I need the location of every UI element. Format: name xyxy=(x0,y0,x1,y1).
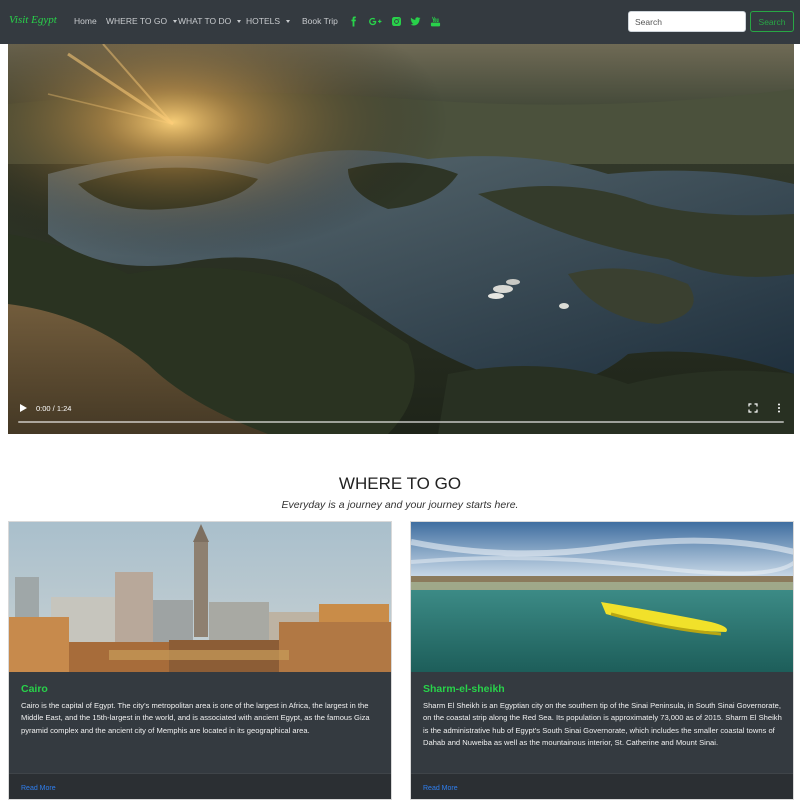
sharm-el-sheikh-image xyxy=(411,522,793,672)
nav-home-label: Home xyxy=(74,16,97,26)
caret-down-icon xyxy=(173,19,178,23)
section-title: WHERE TO GO xyxy=(338,474,462,493)
fullscreen-icon[interactable] xyxy=(748,403,758,413)
search-input[interactable] xyxy=(628,11,746,32)
card-title: Sharm-el-sheikh xyxy=(423,683,505,695)
play-icon[interactable] xyxy=(18,403,28,413)
destination-card-cairo: Cairo Cairo is the capital of Egypt. The… xyxy=(8,521,392,800)
navbar: Visit Egypt Home WHERE TO GO WHAT TO DO … xyxy=(0,0,800,44)
card-footer: Read More xyxy=(411,773,793,799)
card-title: Cairo xyxy=(21,683,48,695)
instagram-icon[interactable] xyxy=(389,14,403,28)
video-time: 0:00 / 1:24 xyxy=(36,404,72,413)
nav-where-to-go-label: WHERE TO GO xyxy=(106,16,168,26)
card-text: Sharm El Sheikh is an Egyptian city on t… xyxy=(423,701,782,748)
more-options-icon[interactable] xyxy=(776,403,782,413)
nav-book-trip[interactable]: Book Trip xyxy=(302,16,338,26)
nav-home[interactable]: Home xyxy=(74,16,97,26)
caret-down-icon xyxy=(286,19,291,23)
read-more-link[interactable]: Read More xyxy=(423,785,458,792)
card-text: Cairo is the capital of Egypt. The city'… xyxy=(21,701,370,735)
section-subtitle: Everyday is a journey and your journey s… xyxy=(281,499,519,511)
cairo-image xyxy=(9,522,391,672)
video-player[interactable]: 0:00 / 1:24 xyxy=(8,44,794,434)
brand-logo[interactable]: Visit Egypt xyxy=(9,14,57,26)
card-footer: Read More xyxy=(9,773,391,799)
caret-down-icon xyxy=(237,19,242,23)
nav-hotels[interactable]: HOTELS xyxy=(246,16,291,26)
nav-where-to-go[interactable]: WHERE TO GO xyxy=(106,16,178,26)
facebook-icon[interactable] xyxy=(346,14,360,28)
video-progress-bar[interactable] xyxy=(18,421,784,423)
twitter-icon[interactable] xyxy=(408,14,422,28)
nav-what-to-do[interactable]: WHAT TO DO xyxy=(178,16,242,26)
nav-what-to-do-label: WHAT TO DO xyxy=(178,16,232,26)
google-plus-icon[interactable] xyxy=(367,14,383,28)
video-frame xyxy=(8,44,794,434)
destination-card-sharm-el-sheikh: Sharm-el-sheikh Sharm El Sheikh is an Eg… xyxy=(410,521,794,800)
search-button[interactable]: Search xyxy=(750,11,794,32)
read-more-link[interactable]: Read More xyxy=(21,785,56,792)
nav-hotels-label: HOTELS xyxy=(246,16,281,26)
youtube-icon[interactable] xyxy=(428,14,442,28)
nav-book-trip-label: Book Trip xyxy=(302,16,338,26)
